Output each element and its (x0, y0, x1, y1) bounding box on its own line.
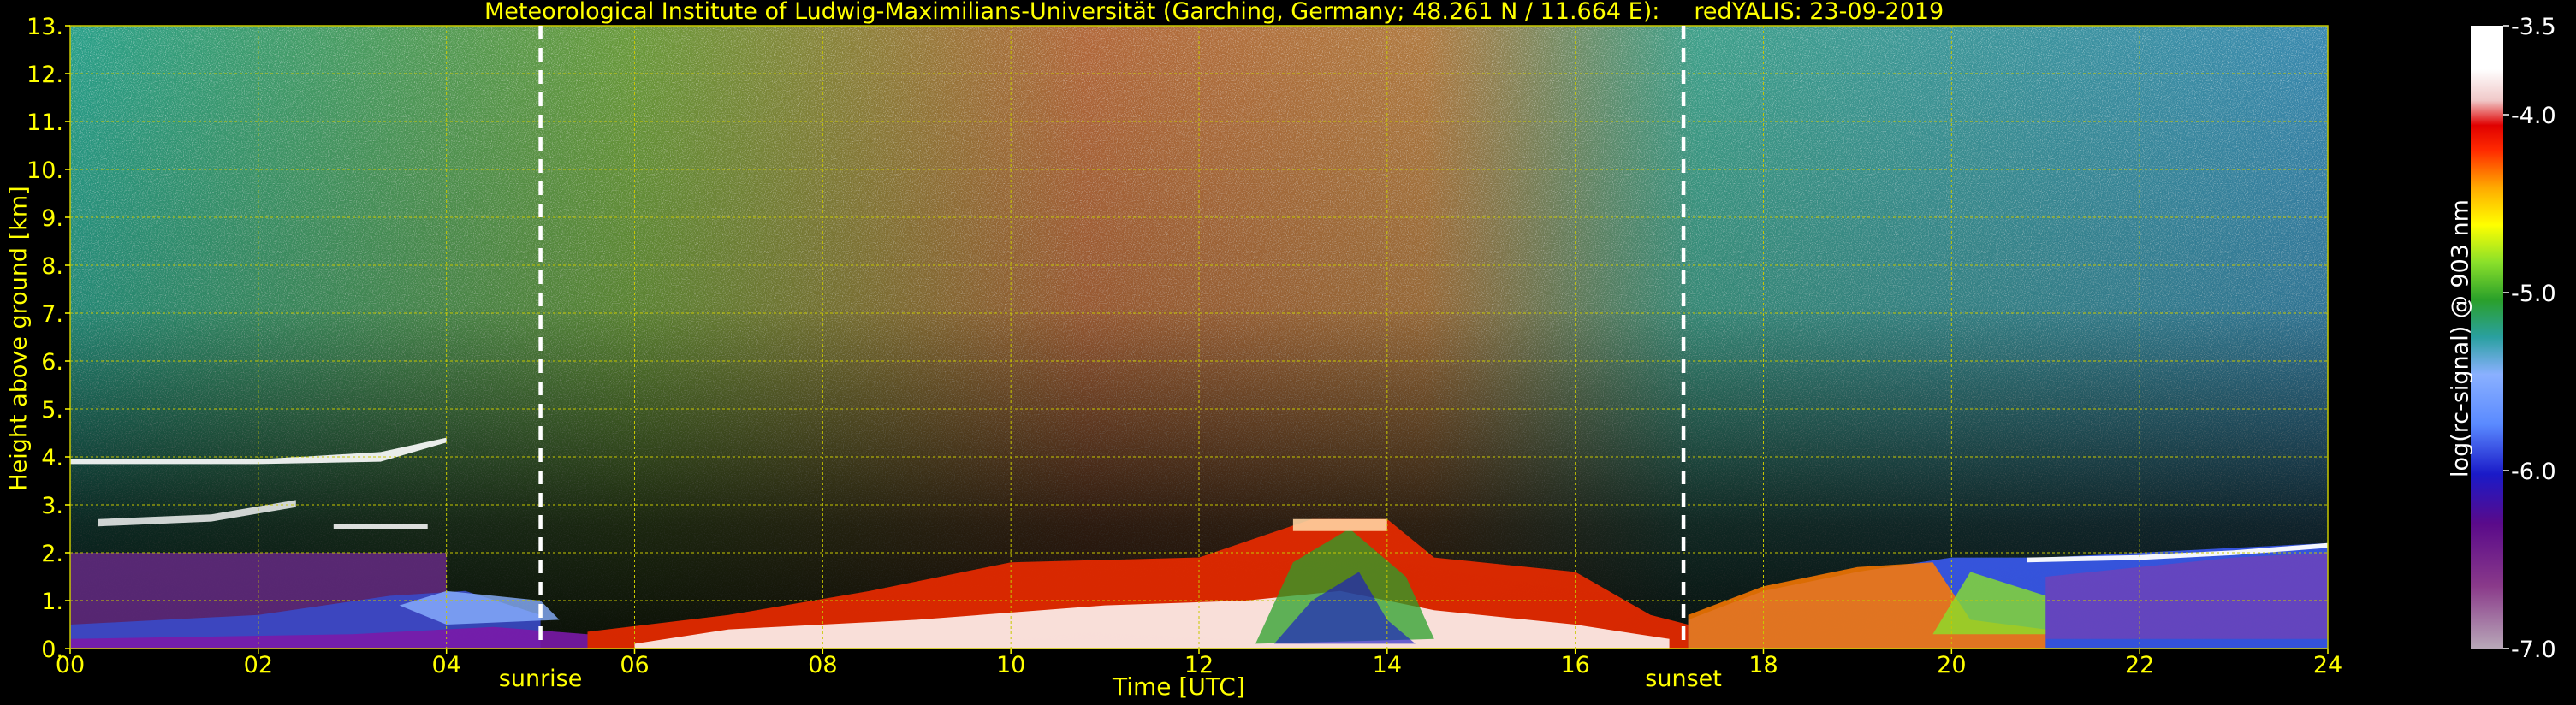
x-tick-label: 22 (2125, 652, 2154, 678)
colorbar-tick-label: -5.0 (2511, 281, 2556, 307)
sunrise-label: sunrise (499, 666, 583, 692)
x-tick-label: 18 (1748, 652, 1778, 678)
y-tick-label: 9. (41, 205, 63, 232)
x-axis-label: Time [UTC] (1113, 672, 1245, 701)
sunset-label: sunset (1645, 666, 1722, 692)
colorbar-tick-label: -6.0 (2511, 459, 2556, 485)
y-tick-label: 4. (41, 445, 63, 471)
y-axis-ticks: 0.1.2.3.4.5.6.7.8.9.10.11.12.13. (27, 14, 70, 663)
x-tick-label: 24 (2313, 652, 2342, 678)
x-tick-label: 10 (996, 652, 1025, 678)
x-tick-label: 02 (244, 652, 273, 678)
y-tick-label: 6. (41, 349, 63, 376)
y-tick-label: 12. (27, 62, 63, 88)
y-tick-label: 7. (41, 301, 63, 328)
y-tick-label: 0. (41, 637, 63, 663)
y-tick-label: 8. (41, 253, 63, 280)
colorbar-tick-label: -3.5 (2511, 14, 2556, 40)
x-tick-label: 04 (431, 652, 460, 678)
y-tick-label: 13. (27, 14, 63, 40)
x-tick-label: 16 (1560, 652, 1589, 678)
y-tick-label: 3. (41, 493, 63, 519)
y-tick-label: 5. (41, 397, 63, 424)
x-tick-label: 20 (1937, 652, 1966, 678)
colorbar (2471, 26, 2503, 649)
x-tick-label: 08 (808, 652, 837, 678)
cloud-top-midday (1292, 518, 1387, 531)
chart-plot: sunrise sunset 00 02 04 06 08 10 12 14 16 18 20 22 24… (27, 14, 2556, 692)
x-tick-label: 06 (620, 652, 649, 678)
y-axis-label: Height above ground [km] (5, 186, 33, 491)
colorbar-label: log(rc-signal) @ 903 nm (2447, 199, 2474, 477)
colorbar-ticks: -3.5 -4.0 -5.0 -6.0 -7.0 (2503, 14, 2556, 663)
y-tick-label: 1. (41, 589, 63, 615)
colorbar-tick-label: -4.0 (2511, 103, 2556, 129)
colorbar-tick-label: -7.0 (2511, 637, 2556, 663)
cloud-layer-2-5km (333, 524, 428, 529)
x-tick-label: 14 (1373, 652, 1402, 678)
y-tick-label: 2. (41, 541, 63, 567)
